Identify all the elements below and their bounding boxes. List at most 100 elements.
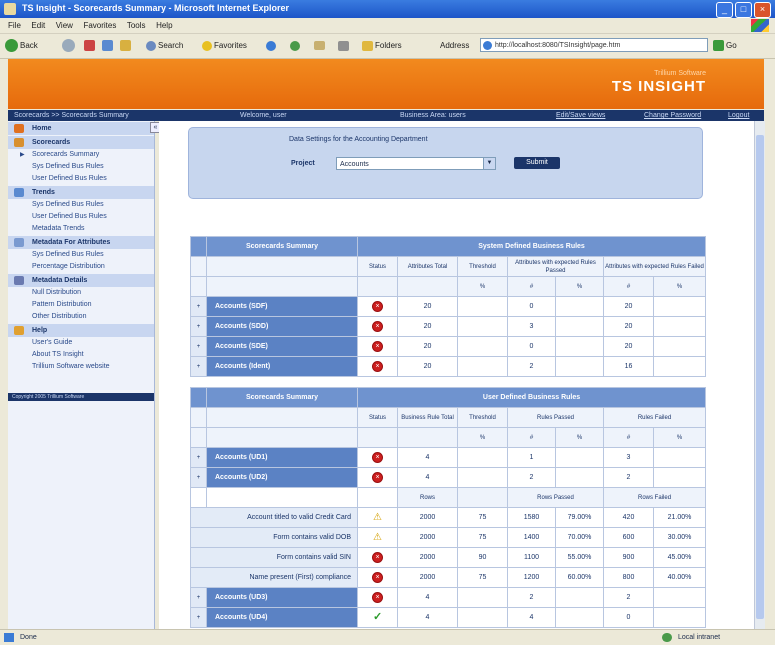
change-password-link[interactable]: Change Password bbox=[644, 110, 701, 121]
menu-edit[interactable]: Edit bbox=[31, 18, 45, 33]
maximize-button[interactable]: □ bbox=[735, 2, 752, 18]
metadata-icon bbox=[14, 238, 24, 247]
forward-button[interactable] bbox=[62, 38, 77, 54]
sidebar-item-sys-rules[interactable]: Sys Defined Bus Rules bbox=[8, 161, 154, 173]
sidebar-item-user-rules[interactable]: User Defined Bus Rules bbox=[8, 173, 154, 185]
scorecard-name-link[interactable]: Accounts (SDE) bbox=[206, 336, 358, 357]
threshold-cell: 75 bbox=[457, 507, 508, 528]
sidebar-group-help[interactable]: Help bbox=[8, 324, 154, 337]
history-button[interactable] bbox=[290, 38, 302, 54]
vertical-scrollbar[interactable] bbox=[754, 121, 765, 629]
sidebar-item-metadata-trends[interactable]: Metadata Trends bbox=[8, 223, 154, 235]
go-button[interactable]: Go bbox=[713, 38, 737, 54]
address-input[interactable]: http://localhost:8080/TSInsight/page.htm bbox=[480, 38, 708, 52]
menu-file[interactable]: File bbox=[8, 18, 21, 33]
fail-icon: × bbox=[372, 472, 383, 483]
status-cell: × bbox=[357, 587, 398, 608]
sidebar-group-home[interactable]: Home bbox=[8, 122, 154, 135]
user-rules-table: Scorecards Summary User Defined Business… bbox=[190, 387, 707, 628]
expand-row-icon[interactable]: + bbox=[190, 356, 207, 377]
failed-count-cell: 900 bbox=[603, 547, 654, 568]
total-cell: 4 bbox=[397, 467, 458, 488]
sidebar-group-trends[interactable]: Trends bbox=[8, 186, 154, 199]
edit-views-link[interactable]: Edit/Save views bbox=[556, 110, 605, 121]
media-button[interactable] bbox=[266, 38, 278, 54]
scorecard-name-link[interactable]: Accounts (Ident) bbox=[206, 356, 358, 377]
scrollbar-thumb[interactable] bbox=[756, 135, 764, 619]
search-button[interactable]: Search bbox=[146, 38, 183, 54]
scorecard-name-link[interactable]: Accounts (UD3) bbox=[206, 587, 358, 608]
expand-row-icon[interactable]: + bbox=[190, 587, 207, 608]
breadcrumb: Scorecards >> Scorecards Summary bbox=[14, 112, 129, 119]
sidebar-item-md-sys-rules[interactable]: Sys Defined Bus Rules bbox=[8, 249, 154, 261]
sidebar-item-users-guide[interactable]: User's Guide bbox=[8, 337, 154, 349]
mail-button[interactable] bbox=[314, 38, 327, 54]
scorecard-name-link[interactable]: Accounts (SDD) bbox=[206, 316, 358, 337]
scorecard-name-link[interactable]: Accounts (UD1) bbox=[206, 447, 358, 468]
table-cell bbox=[357, 487, 398, 508]
home-button[interactable] bbox=[120, 38, 133, 54]
folders-button[interactable]: Folders bbox=[362, 38, 402, 54]
scorecard-name-link[interactable]: Accounts (SDF) bbox=[206, 296, 358, 317]
failed-pct-cell bbox=[652, 316, 707, 337]
search-icon bbox=[146, 40, 156, 51]
back-button[interactable]: Back bbox=[5, 38, 38, 54]
scorecard-name-link[interactable]: Accounts (UD2) bbox=[206, 467, 358, 488]
business-area-text: Business Area: users bbox=[400, 112, 466, 119]
favorites-button[interactable]: Favorites bbox=[202, 38, 247, 54]
logout-link[interactable]: Logout bbox=[728, 110, 749, 121]
sidebar-item-trends-sys-rules[interactable]: Sys Defined Bus Rules bbox=[8, 199, 154, 211]
passed-pct-cell bbox=[555, 296, 604, 317]
menu-favorites[interactable]: Favorites bbox=[83, 18, 116, 33]
menu-tools[interactable]: Tools bbox=[127, 18, 146, 33]
status-cell: × bbox=[357, 447, 398, 468]
failed-count-cell: 20 bbox=[603, 316, 654, 337]
threshold-cell bbox=[457, 356, 508, 377]
sidebar-item-pattern-distribution[interactable]: Pattern Distribution bbox=[8, 299, 154, 311]
table-cell bbox=[190, 487, 207, 508]
rule-row: Name present (First) compliance × 2000 75 12… bbox=[190, 567, 707, 588]
menu-help[interactable]: Help bbox=[156, 18, 172, 33]
menu-view[interactable]: View bbox=[56, 18, 73, 33]
forward-arrow-icon bbox=[62, 39, 75, 53]
table-title-left: Scorecards Summary bbox=[206, 236, 358, 257]
sidebar-group-metadata-details[interactable]: Metadata Details bbox=[8, 274, 154, 287]
rule-name-cell: Form contains valid SIN bbox=[190, 547, 358, 568]
print-button[interactable] bbox=[338, 38, 351, 54]
sidebar-group-scorecards[interactable]: Scorecards bbox=[8, 136, 154, 149]
welcome-text: Welcome, user bbox=[240, 112, 287, 119]
sidebar-item-scorecards-summary[interactable]: Scorecards Summary bbox=[8, 149, 154, 161]
expand-row-icon[interactable]: + bbox=[190, 607, 207, 628]
project-select[interactable]: Accounts ▼ bbox=[336, 157, 496, 170]
go-arrow-icon bbox=[713, 40, 724, 52]
scorecard-name-link[interactable]: Accounts (UD4) bbox=[206, 607, 358, 628]
failed-count-cell: 600 bbox=[603, 527, 654, 548]
minimize-button[interactable]: _ bbox=[716, 2, 733, 18]
stop-button[interactable] bbox=[84, 38, 97, 54]
sidebar-item-percentage-distribution[interactable]: Percentage Distribution bbox=[8, 261, 154, 273]
expand-row-icon[interactable]: + bbox=[190, 296, 207, 317]
sidebar-item-website[interactable]: Trillium Software website bbox=[8, 361, 154, 373]
star-icon bbox=[202, 40, 212, 51]
sidebar-item-other-distribution[interactable]: Other Distribution bbox=[8, 311, 154, 323]
warning-icon: ⚠ bbox=[373, 512, 382, 523]
sidebar-item-trends-user-rules[interactable]: User Defined Bus Rules bbox=[8, 211, 154, 223]
passed-count-cell: 1100 bbox=[507, 547, 556, 568]
sidebar-item-null-distribution[interactable]: Null Distribution bbox=[8, 287, 154, 299]
status-cell: ✓ bbox=[357, 607, 398, 628]
close-button[interactable]: × bbox=[754, 2, 771, 18]
submit-button[interactable]: Submit bbox=[514, 157, 560, 169]
expand-row-icon[interactable]: + bbox=[190, 316, 207, 337]
status-cell: ⚠ bbox=[357, 527, 398, 548]
back-arrow-icon bbox=[5, 39, 18, 53]
refresh-button[interactable] bbox=[102, 38, 115, 54]
rules-subheader-row: Rows Rows Passed Rows Failed bbox=[190, 487, 707, 508]
sidebar-item-about[interactable]: About TS Insight bbox=[8, 349, 154, 361]
sidebar-group-metadata-attributes[interactable]: Metadata For Attributes bbox=[8, 236, 154, 249]
threshold-cell bbox=[457, 296, 508, 317]
status-cell: × bbox=[357, 547, 398, 568]
expand-row-icon[interactable]: + bbox=[190, 336, 207, 357]
expand-row-icon[interactable]: + bbox=[190, 467, 207, 488]
table-title-right: User Defined Business Rules bbox=[356, 387, 707, 408]
expand-row-icon[interactable]: + bbox=[190, 447, 207, 468]
